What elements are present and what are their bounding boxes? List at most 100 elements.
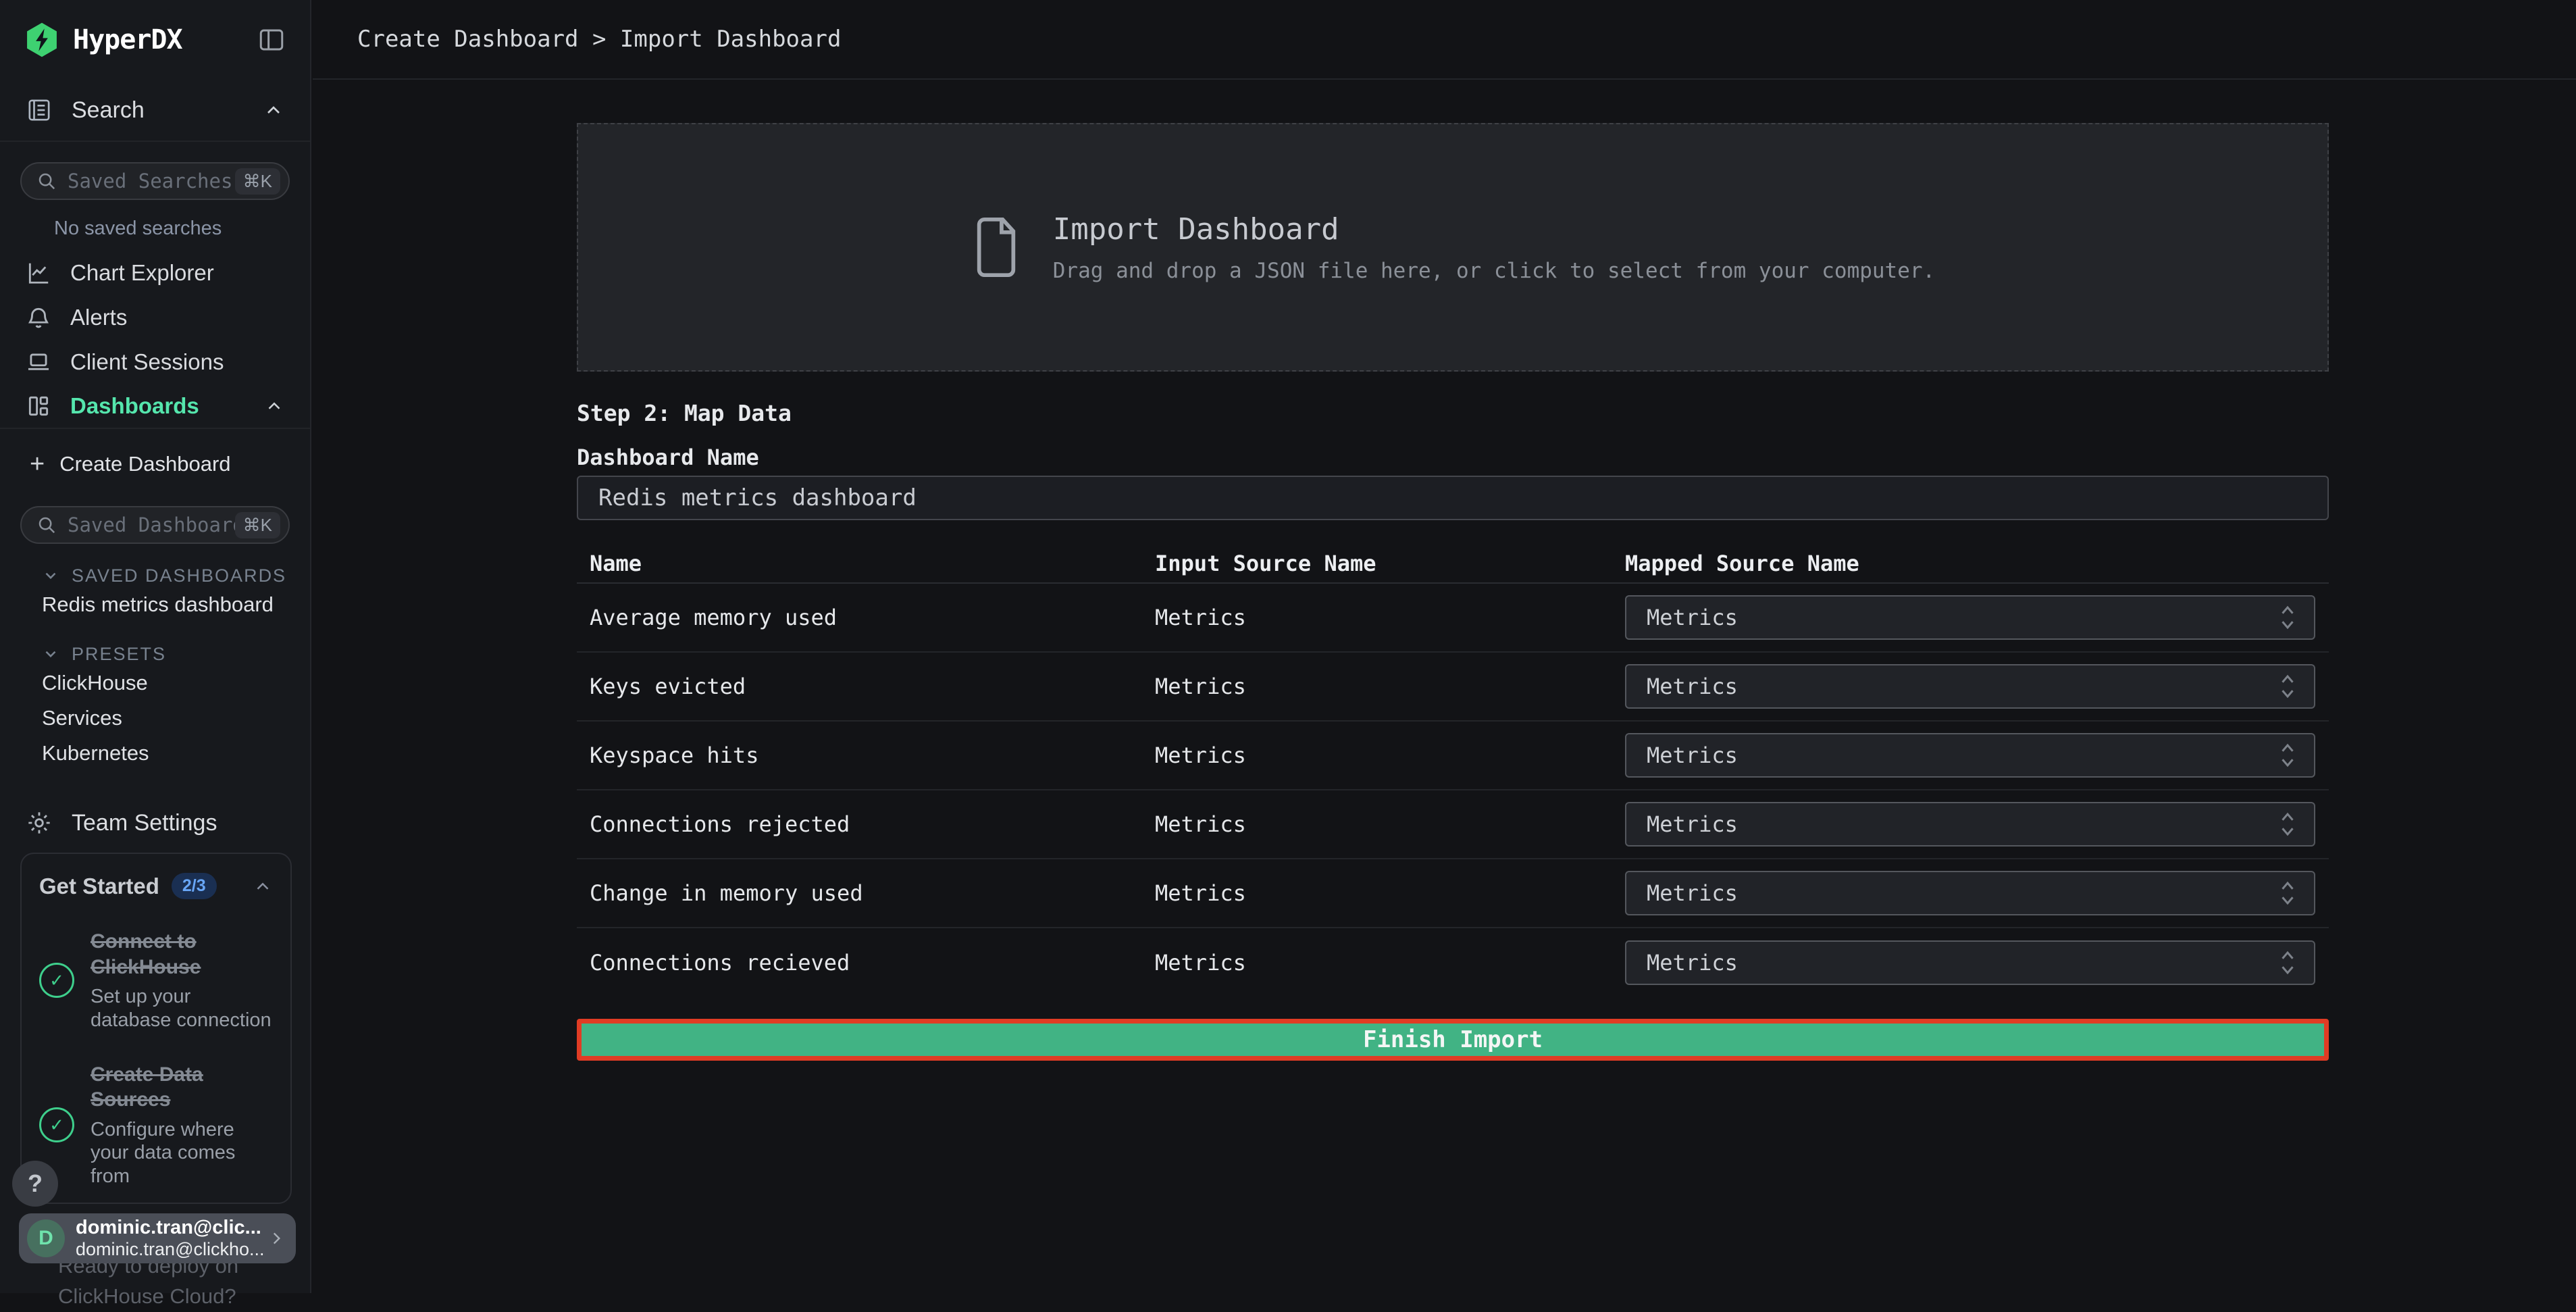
column-header-input-source: Input Source Name — [1155, 551, 1625, 576]
column-header-mapped-source: Mapped Source Name — [1625, 551, 2329, 576]
mapped-source-select[interactable]: Metrics — [1625, 940, 2315, 985]
mapping-table: Name Input Source Name Mapped Source Nam… — [577, 545, 2329, 997]
team-settings-label: Team Settings — [72, 810, 217, 836]
user-email: dominic.tran@clickho... — [76, 1239, 267, 1260]
get-started-item-connect[interactable]: ✓ Connect to ClickHouse Set up your data… — [39, 929, 273, 1032]
mapped-source-select[interactable]: Metrics — [1625, 802, 2315, 847]
select-chevrons-icon — [2277, 672, 2298, 701]
preset-item-kubernetes[interactable]: Kubernetes — [0, 736, 310, 771]
shortcut-badge: ⌘K — [235, 512, 280, 538]
select-chevrons-icon — [2277, 809, 2298, 839]
shortcut-badge: ⌘K — [235, 168, 280, 195]
sidebar-item-alerts[interactable]: Alerts — [0, 295, 310, 340]
plus-icon: + — [30, 451, 45, 477]
chevron-down-icon — [42, 645, 59, 663]
table-row: Connections rejected Metrics Metrics — [577, 790, 2329, 859]
import-dropzone[interactable]: Import Dashboard Drag and drop a JSON fi… — [577, 123, 2329, 372]
chevron-up-icon[interactable] — [253, 876, 273, 897]
table-row: Keys evicted Metrics Metrics — [577, 653, 2329, 722]
sidebar-section-search[interactable]: Search — [0, 80, 310, 142]
dashboard-name-label: Dashboard Name — [577, 445, 759, 470]
file-icon — [971, 215, 1022, 280]
saved-dashboards-section-header[interactable]: SAVED DASHBOARDS — [42, 564, 310, 587]
breadcrumb[interactable]: Create Dashboard > Import Dashboard — [357, 26, 841, 53]
bell-icon — [26, 305, 51, 330]
column-header-name: Name — [577, 551, 1155, 576]
no-saved-searches-text: No saved searches — [54, 218, 310, 240]
saved-dashboards-header-label: SAVED DASHBOARDS — [72, 565, 286, 586]
mapped-source-select[interactable]: Metrics — [1625, 871, 2315, 915]
row-name: Change in memory used — [577, 880, 1155, 906]
dashboard-name-value: Redis metrics dashboard — [598, 484, 917, 511]
select-chevrons-icon — [2277, 948, 2298, 978]
sidebar-item-label: Dashboards — [70, 393, 199, 419]
search-icon — [36, 171, 57, 191]
row-input-source: Metrics — [1155, 605, 1625, 630]
sidebar: HyperDX Search Saved Searches ⌘K No save… — [0, 0, 311, 1293]
finish-import-label: Finish Import — [1363, 1026, 1543, 1053]
get-started-panel: Get Started 2/3 ✓ Connect to ClickHouse … — [20, 853, 292, 1204]
chevron-up-icon[interactable] — [263, 99, 284, 121]
get-started-item-subtitle: Configure where your data comes from — [91, 1118, 273, 1188]
presets-header-label: PRESETS — [72, 644, 166, 665]
row-name: Keyspace hits — [577, 742, 1155, 768]
dropzone-subtitle: Drag and drop a JSON file here, or click… — [1053, 259, 1935, 283]
sidebar-toggle-icon[interactable] — [256, 26, 287, 54]
table-header-row: Name Input Source Name Mapped Source Nam… — [577, 545, 2329, 584]
sidebar-item-chart-explorer[interactable]: Chart Explorer — [0, 251, 310, 295]
saved-searches-placeholder: Saved Searches — [68, 170, 235, 193]
check-circle-icon: ✓ — [39, 1107, 74, 1142]
gear-icon — [26, 809, 53, 836]
sidebar-item-client-sessions[interactable]: Client Sessions — [0, 340, 310, 384]
sidebar-item-label: Client Sessions — [70, 349, 224, 375]
preset-item-services[interactable]: Services — [0, 701, 310, 736]
row-input-source: Metrics — [1155, 742, 1625, 768]
search-section-icon — [26, 97, 53, 124]
mapped-source-select[interactable]: Metrics — [1625, 664, 2315, 709]
row-name: Average memory used — [577, 605, 1155, 630]
create-dashboard-button[interactable]: + Create Dashboard — [0, 443, 310, 486]
row-input-source: Metrics — [1155, 811, 1625, 837]
laptop-icon — [26, 349, 51, 375]
step-heading: Step 2: Map Data — [577, 400, 792, 426]
user-name: dominic.tran@clic... — [76, 1217, 267, 1239]
search-icon — [36, 515, 57, 535]
get-started-progress-badge: 2/3 — [172, 873, 217, 899]
app-title: HyperDX — [73, 24, 182, 55]
sidebar-item-team-settings[interactable]: Team Settings — [0, 801, 310, 845]
get-started-item-sources[interactable]: ✓ Create Data Sources Configure where yo… — [39, 1062, 273, 1188]
get-started-item-subtitle: Set up your database connection — [91, 985, 273, 1032]
select-chevrons-icon — [2277, 603, 2298, 632]
preset-item-clickhouse[interactable]: ClickHouse — [0, 665, 310, 701]
finish-import-button[interactable]: Finish Import — [577, 1019, 2329, 1061]
dashboards-grid-icon — [26, 393, 51, 419]
row-name: Connections rejected — [577, 811, 1155, 837]
sidebar-item-label: Chart Explorer — [70, 260, 214, 286]
logo-row: HyperDX — [0, 0, 310, 80]
row-name: Connections recieved — [577, 950, 1155, 976]
saved-dashboards-input[interactable]: Saved Dashboards ⌘K — [20, 506, 290, 544]
dashboard-name-input[interactable]: Redis metrics dashboard — [577, 476, 2329, 520]
sidebar-item-dashboards[interactable]: Dashboards — [0, 384, 310, 429]
saved-dashboard-item[interactable]: Redis metrics dashboard — [0, 587, 310, 622]
row-name: Keys evicted — [577, 674, 1155, 699]
chevron-right-icon — [267, 1230, 285, 1247]
table-row: Change in memory used Metrics Metrics — [577, 859, 2329, 928]
chevron-up-icon[interactable] — [264, 396, 284, 416]
create-dashboard-label: Create Dashboard — [59, 452, 230, 476]
user-menu[interactable]: D dominic.tran@clic... dominic.tran@clic… — [19, 1213, 296, 1263]
get-started-item-title: Connect to ClickHouse — [91, 929, 273, 980]
presets-section-header[interactable]: PRESETS — [42, 642, 310, 665]
hyperdx-logo-icon — [23, 21, 61, 59]
avatar: D — [27, 1219, 65, 1257]
saved-searches-input[interactable]: Saved Searches ⌘K — [20, 162, 290, 200]
select-chevrons-icon — [2277, 740, 2298, 770]
mapped-source-select[interactable]: Metrics — [1625, 733, 2315, 778]
row-input-source: Metrics — [1155, 674, 1625, 699]
row-input-source: Metrics — [1155, 950, 1625, 976]
table-row: Average memory used Metrics Metrics — [577, 584, 2329, 653]
mapped-source-select[interactable]: Metrics — [1625, 595, 2315, 640]
saved-dashboards-placeholder: Saved Dashboards — [68, 513, 235, 536]
chart-line-icon — [26, 260, 51, 286]
help-button[interactable]: ? — [12, 1161, 58, 1207]
